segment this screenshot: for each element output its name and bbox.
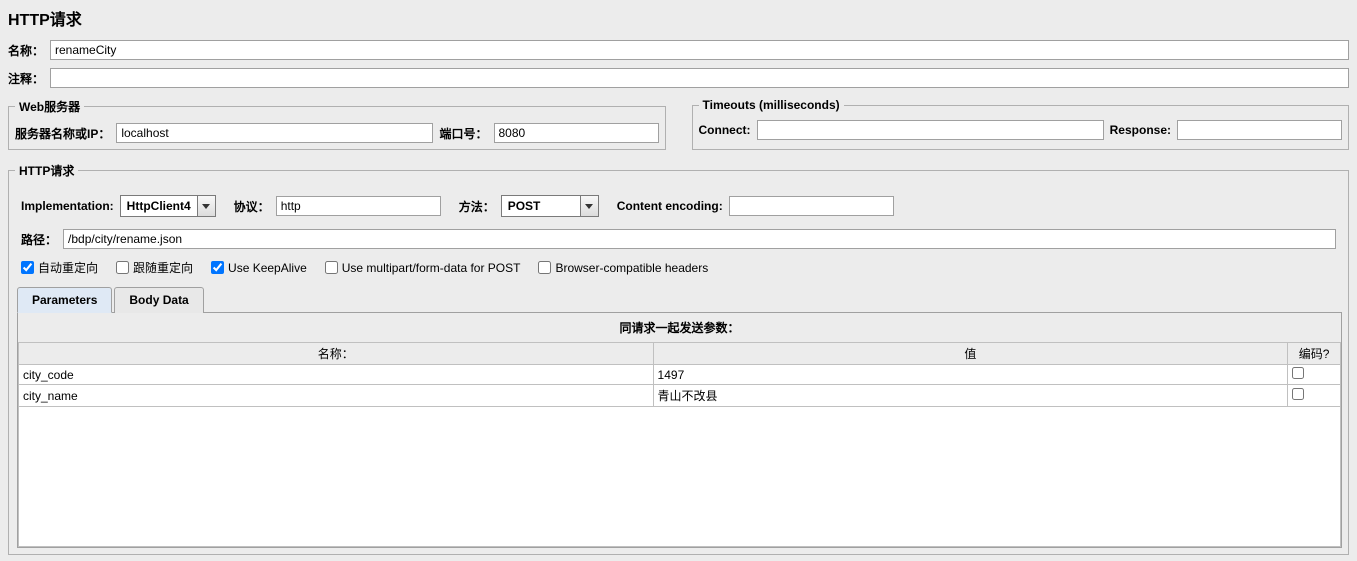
keepalive-checkbox[interactable] bbox=[211, 261, 224, 274]
method-value: POST bbox=[502, 196, 580, 216]
page-title: HTTP请求 bbox=[0, 0, 1357, 36]
comment-input[interactable] bbox=[50, 68, 1349, 88]
port-label: 端口号： bbox=[439, 125, 487, 142]
server-input[interactable] bbox=[116, 123, 433, 143]
content-encoding-label: Content encoding: bbox=[617, 199, 723, 213]
col-name-header[interactable]: 名称： bbox=[19, 343, 654, 365]
tab-parameters[interactable]: Parameters bbox=[17, 287, 112, 313]
tab-body-data[interactable]: Body Data bbox=[114, 287, 203, 313]
path-input[interactable] bbox=[63, 229, 1336, 249]
chevron-down-icon[interactable] bbox=[197, 196, 215, 216]
params-empty-area[interactable] bbox=[18, 407, 1341, 547]
param-name-cell[interactable]: city_name bbox=[19, 385, 654, 407]
port-input[interactable] bbox=[494, 123, 659, 143]
response-input[interactable] bbox=[1177, 120, 1342, 140]
protocol-input[interactable] bbox=[276, 196, 441, 216]
server-label: 服务器名称或IP： bbox=[15, 125, 110, 142]
params-title: 同请求一起发送参数： bbox=[18, 313, 1341, 342]
method-select[interactable]: POST bbox=[501, 195, 599, 217]
implementation-value: HttpClient4 bbox=[121, 196, 197, 216]
param-value-cell[interactable]: 1497 bbox=[653, 365, 1288, 385]
name-label: 名称： bbox=[8, 42, 44, 59]
auto-redirect-checkbox[interactable] bbox=[21, 261, 34, 274]
follow-redirect-label: 跟随重定向 bbox=[133, 259, 193, 276]
param-name-cell[interactable]: city_code bbox=[19, 365, 654, 385]
param-encode-cell[interactable] bbox=[1288, 365, 1341, 385]
browser-headers-label: Browser-compatible headers bbox=[555, 261, 708, 275]
response-label: Response: bbox=[1110, 123, 1171, 137]
comment-label: 注释： bbox=[8, 70, 44, 87]
multipart-label: Use multipart/form-data for POST bbox=[342, 261, 521, 275]
auto-redirect-label: 自动重定向 bbox=[38, 259, 98, 276]
connect-label: Connect: bbox=[699, 123, 751, 137]
path-label: 路径： bbox=[21, 231, 57, 248]
follow-redirect-checkbox[interactable] bbox=[116, 261, 129, 274]
table-row[interactable]: city_name青山不改县 bbox=[19, 385, 1341, 407]
encode-checkbox[interactable] bbox=[1292, 367, 1304, 379]
implementation-label: Implementation: bbox=[21, 199, 114, 213]
implementation-select[interactable]: HttpClient4 bbox=[120, 195, 216, 217]
httpreq-legend: HTTP请求 bbox=[15, 162, 78, 179]
method-label: 方法： bbox=[459, 198, 495, 215]
multipart-checkbox[interactable] bbox=[325, 261, 338, 274]
webserver-legend: Web服务器 bbox=[15, 98, 84, 115]
timeouts-legend: Timeouts (milliseconds) bbox=[699, 98, 844, 112]
param-value-cell[interactable]: 青山不改县 bbox=[653, 385, 1288, 407]
encode-checkbox[interactable] bbox=[1292, 388, 1304, 400]
col-encode-header[interactable]: 编码? bbox=[1288, 343, 1341, 365]
browser-headers-checkbox[interactable] bbox=[538, 261, 551, 274]
param-encode-cell[interactable] bbox=[1288, 385, 1341, 407]
params-table: 名称： 值 编码? city_code1497city_name青山不改县 bbox=[18, 342, 1341, 407]
keepalive-label: Use KeepAlive bbox=[228, 261, 307, 275]
col-value-header[interactable]: 值 bbox=[653, 343, 1288, 365]
protocol-label: 协议： bbox=[234, 198, 270, 215]
chevron-down-icon[interactable] bbox=[580, 196, 598, 216]
connect-input[interactable] bbox=[757, 120, 1104, 140]
name-input[interactable] bbox=[50, 40, 1349, 60]
table-row[interactable]: city_code1497 bbox=[19, 365, 1341, 385]
content-encoding-input[interactable] bbox=[729, 196, 894, 216]
